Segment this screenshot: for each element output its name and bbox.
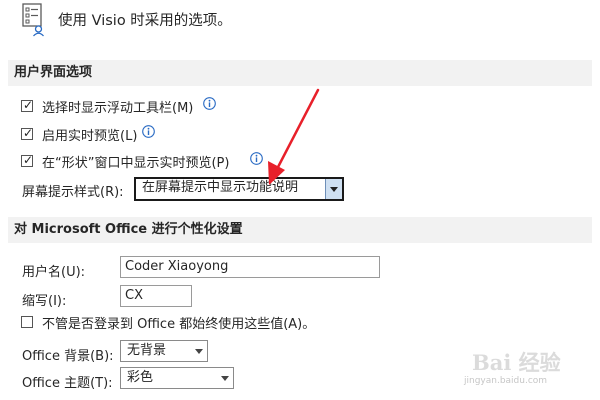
- show-mini-toolbar-checkbox[interactable]: ✓: [21, 98, 34, 112]
- username-input[interactable]: Coder Xiaoyong: [120, 256, 380, 278]
- username-label: 用户名(U):: [22, 265, 86, 280]
- chevron-down-icon[interactable]: [191, 341, 207, 361]
- watermark-url: jingyan.baidu.com: [464, 376, 548, 386]
- office-background-value: 无背景: [127, 343, 167, 358]
- office-theme-value: 彩色: [127, 370, 154, 385]
- checkmark-icon: ✓: [23, 98, 34, 112]
- chevron-down-icon[interactable]: [217, 368, 233, 388]
- page-title: 使用 Visio 时采用的选项。: [58, 13, 232, 29]
- watermark-text: Bai 经验: [472, 350, 561, 375]
- enable-live-preview-checkbox[interactable]: ✓: [21, 126, 34, 140]
- checkmark-icon: ✓: [23, 126, 34, 140]
- office-theme-dropdown[interactable]: 彩色: [120, 367, 234, 389]
- shapes-window-preview-label: 在“形状”窗口中显示实时预览(P): [42, 156, 230, 171]
- section-header-personalize: 对 Microsoft Office 进行个性化设置: [8, 217, 592, 243]
- options-page-icon: [22, 3, 48, 37]
- info-icon[interactable]: [142, 125, 155, 138]
- office-theme-label: Office 主题(T):: [22, 376, 113, 391]
- section-header-ui-options: 用户界面选项: [8, 60, 592, 86]
- baidu-watermark: Bai 经验 jingyan.baidu.com: [450, 345, 590, 395]
- show-mini-toolbar-label: 选择时显示浮动工具栏(M): [42, 101, 194, 116]
- checkmark-icon: ✓: [23, 153, 34, 167]
- initials-input[interactable]: CX: [120, 285, 192, 307]
- always-use-values-checkbox[interactable]: [21, 316, 33, 328]
- screentip-style-label: 屏幕提示样式(R):: [22, 185, 124, 200]
- annotation-arrow-icon: [268, 88, 320, 185]
- office-background-label: Office 背景(B):: [22, 349, 114, 364]
- shapes-window-preview-checkbox[interactable]: ✓: [21, 153, 34, 167]
- info-icon[interactable]: [203, 97, 216, 110]
- office-background-dropdown[interactable]: 无背景: [120, 340, 208, 362]
- initials-label: 缩写(I):: [22, 294, 67, 309]
- always-use-values-label: 不管是否登录到 Office 都始终使用这些值(A)。: [42, 317, 316, 332]
- enable-live-preview-label: 启用实时预览(L): [42, 129, 138, 144]
